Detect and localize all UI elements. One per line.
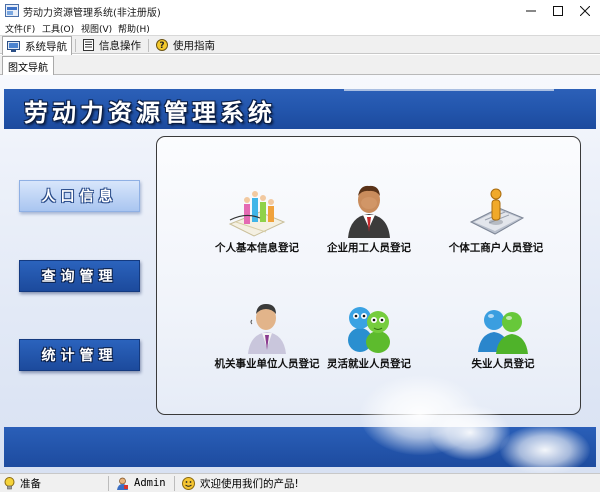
two-mascots-icon [348,307,390,353]
close-icon [580,5,590,16]
navigation-bar: 系统导航 信息操作 ? 使用指南 [0,35,600,55]
status-message-text: 欢迎使用我们的产品! [200,477,299,490]
light-glow [500,425,590,473]
menu-bar: 文件(F) 工具(O) 视图(V) 帮助(H) [0,21,600,35]
separator [174,476,175,491]
status-bar: 准备 Admin 欢迎使用我们的产品! [0,473,600,492]
document-icon [83,39,94,51]
main-canvas: 劳动力资源管理系统 人口信息 查询管理 统计管理 个人基本信息登记 企业用工人员… [0,75,600,473]
menu-view[interactable]: 视图(V) [81,22,112,35]
tab-info-operation[interactable]: 信息操作 [79,36,145,54]
status-user-text: Admin [134,477,166,489]
button-label: 查询管理 [41,269,118,285]
header-banner: 劳动力资源管理系统 [4,89,596,129]
button-label: 统计管理 [41,348,118,364]
button-label: 人口信息 [41,189,118,205]
tab-system-navigation[interactable]: 系统导航 [2,36,72,55]
status-user: Admin [116,474,166,492]
banner-shine [344,89,554,91]
close-button[interactable] [562,0,600,21]
individual-business-registration-tile[interactable]: 个体工商户人员登记 [426,182,566,264]
tab-label: 使用指南 [173,39,215,52]
unemployed-registration-tile[interactable]: 失业人员登记 [433,298,573,380]
separator [108,476,109,491]
subtab-row: 图文导航 [0,55,600,75]
query-management-button[interactable]: 查询管理 [19,260,140,292]
tab-user-guide[interactable]: ? 使用指南 [152,36,219,54]
tile-label: 失业人员登记 [471,358,535,370]
flexible-employment-registration-tile[interactable]: 灵活就业人员登记 [299,298,439,380]
function-panel: 个人基本信息登记 企业用工人员登记 个体工商户人员登记 机关事业单位人员登记 灵… [156,136,581,415]
person-on-document-icon [469,188,525,235]
menu-tools[interactable]: 工具(O) [42,22,74,35]
status-message: 欢迎使用我们的产品! [182,474,299,492]
population-info-button[interactable]: 人口信息 [19,180,140,212]
tile-label: 企业用工人员登记 [327,242,411,254]
menu-help[interactable]: 帮助(H) [118,22,150,35]
people-chart-icon [228,191,286,237]
lightbulb-icon [4,476,15,489]
two-users-icon [478,310,528,354]
separator [148,39,149,52]
monitor-icon [7,40,20,52]
statistics-management-button[interactable]: 统计管理 [19,339,140,371]
window-title: 劳动力资源管理系统(非注册版) [23,8,161,19]
tab-label: 系统导航 [25,40,67,53]
light-glow [430,405,510,460]
subtab-label: 图文导航 [8,62,48,74]
status-ready: 准备 [4,474,41,492]
tile-label: 灵活就业人员登记 [327,358,411,370]
tab-label: 信息操作 [99,39,141,52]
status-ready-text: 准备 [20,477,41,490]
banner-title: 劳动力资源管理系统 [24,98,276,127]
enterprise-employee-registration-tile[interactable]: 企业用工人员登记 [299,182,439,264]
title-bar: 劳动力资源管理系统(非注册版) [0,0,600,21]
smiley-icon [182,476,195,490]
user-icon [117,477,128,490]
separator [75,39,76,52]
svg-text:?: ? [159,41,164,51]
app-icon [5,4,19,17]
office-worker-icon [248,304,286,354]
menu-file[interactable]: 文件(F) [5,22,35,35]
tile-label: 个体工商户人员登记 [448,242,544,254]
businessman-icon [348,185,390,238]
help-icon: ? [156,39,168,51]
tab-graphic-navigation[interactable]: 图文导航 [2,56,54,75]
